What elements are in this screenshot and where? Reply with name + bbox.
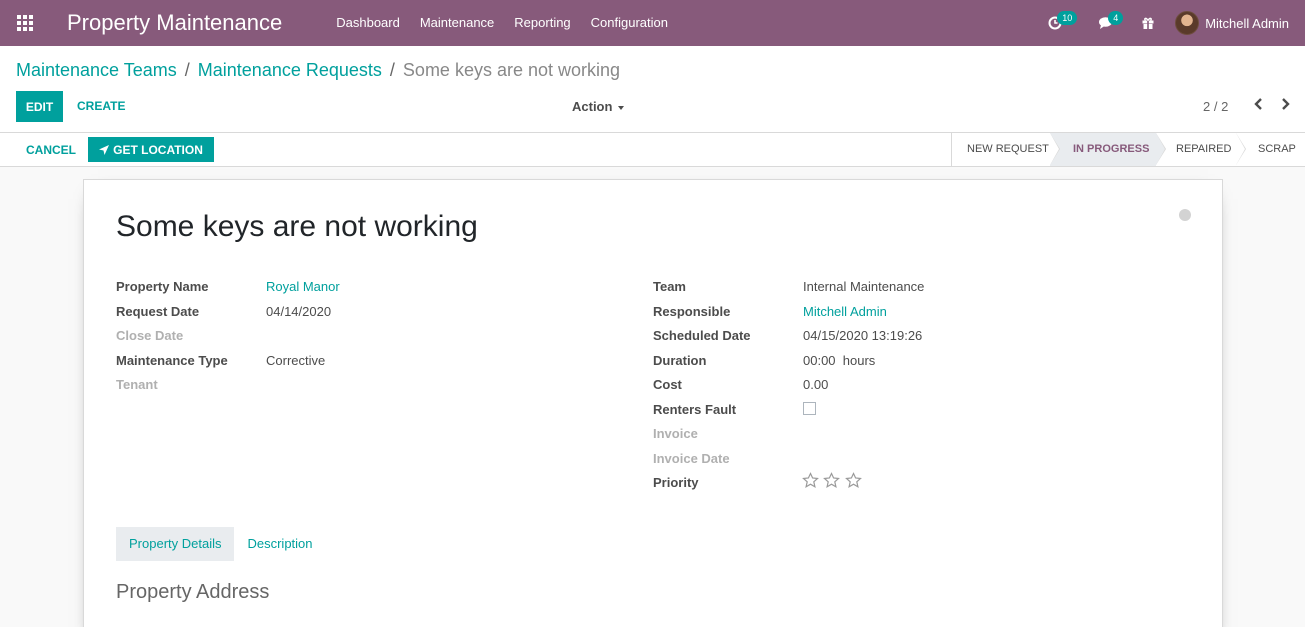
caret-down-icon: [618, 105, 625, 110]
star-outline-icon[interactable]: [845, 472, 862, 489]
menu-configuration[interactable]: Configuration: [581, 0, 678, 46]
pager-previous-button[interactable]: [1252, 96, 1264, 112]
menu-reporting[interactable]: Reporting: [504, 0, 580, 46]
menu-maintenance[interactable]: Maintenance: [410, 0, 504, 46]
maintenance-type-value: Corrective: [266, 353, 326, 368]
property-name-label: Property Name: [116, 279, 209, 294]
stage-label: SCRAP: [1258, 143, 1296, 155]
chevron-right-icon: [1282, 98, 1290, 110]
stage-label: IN PROGRESS: [1073, 143, 1150, 155]
apps-menu-icon[interactable]: [0, 0, 50, 46]
kanban-state-indicator[interactable]: [1179, 209, 1191, 221]
request-date-label: Request Date: [116, 304, 200, 319]
action-dropdown[interactable]: Action: [572, 99, 625, 114]
record-title: Some keys are not working: [116, 210, 478, 243]
priority-label: Priority: [653, 475, 699, 490]
cost-label: Cost: [653, 377, 682, 392]
stage-in-progress[interactable]: IN PROGRESS: [1050, 133, 1166, 166]
stage-scrap[interactable]: SCRAP: [1236, 133, 1305, 166]
invoice-label: Invoice: [653, 426, 698, 441]
responsible-value[interactable]: Mitchell Admin: [803, 304, 887, 319]
notebook-tabs: Property Details Description: [116, 527, 326, 561]
top-navbar: Property Maintenance Dashboard Maintenan…: [0, 0, 1305, 46]
activity-count-badge: 10: [1057, 11, 1078, 25]
breadcrumb-maintenance-requests[interactable]: Maintenance Requests: [198, 60, 382, 81]
get-location-button[interactable]: GET LOCATION: [88, 137, 214, 162]
stage-pipeline: NEW REQUEST IN PROGRESS REPAIRED SCRAP: [951, 133, 1305, 166]
request-date-value: 04/14/2020: [266, 304, 332, 319]
cost-value: 0.00: [803, 377, 829, 392]
team-label: Team: [653, 279, 686, 294]
scheduled-date-value: 04/15/2020 13:19:26: [803, 328, 923, 343]
breadcrumb-current: Some keys are not working: [402, 60, 621, 80]
pager-next-button[interactable]: [1280, 96, 1292, 112]
user-avatar[interactable]: [1175, 11, 1200, 35]
pager-value[interactable]: 2 / 2: [1203, 99, 1228, 114]
duration-label: Duration: [653, 353, 707, 368]
property-name-value[interactable]: Royal Manor: [266, 279, 340, 294]
main-menu: Dashboard Maintenance Reporting Configur…: [326, 0, 678, 46]
team-value: Internal Maintenance: [803, 279, 925, 294]
cancel-button[interactable]: CANCEL: [26, 143, 76, 157]
edit-button[interactable]: EDIT: [16, 91, 63, 122]
form-sheet: Some keys are not working Property Name …: [83, 179, 1223, 627]
breadcrumb-separator: /: [389, 60, 395, 80]
tab-property-details[interactable]: Property Details: [116, 527, 235, 561]
renters-fault-label: Renters Fault: [653, 402, 737, 417]
tab-description[interactable]: Description: [234, 527, 325, 561]
messages-count-badge: 4: [1108, 11, 1124, 25]
create-button[interactable]: CREATE: [77, 99, 125, 113]
messages-button[interactable]: 4: [1086, 0, 1125, 46]
activity-button[interactable]: 10: [1036, 0, 1078, 46]
breadcrumb-separator: /: [184, 60, 190, 80]
maintenance-type-label: Maintenance Type: [116, 353, 228, 368]
stage-repaired[interactable]: REPAIRED: [1156, 133, 1246, 166]
renters-fault-checkbox[interactable]: [803, 402, 816, 415]
app-brand[interactable]: Property Maintenance: [67, 10, 282, 36]
scheduled-date-label: Scheduled Date: [653, 328, 751, 343]
tenant-label: Tenant: [116, 377, 158, 392]
breadcrumb-maintenance-teams[interactable]: Maintenance Teams: [16, 60, 177, 81]
menu-dashboard[interactable]: Dashboard: [326, 0, 410, 46]
stage-label: REPAIRED: [1176, 143, 1232, 155]
responsible-label: Responsible: [653, 304, 731, 319]
breadcrumb: Maintenance Teams / Maintenance Requests…: [16, 60, 620, 81]
action-dropdown-label: Action: [572, 99, 613, 114]
get-location-label: GET LOCATION: [113, 142, 203, 157]
whats-new-button[interactable]: [1129, 0, 1167, 46]
systray: 10 4 Mitchell Admin: [1036, 0, 1305, 46]
location-arrow-icon: [99, 144, 110, 155]
invoice-date-label: Invoice Date: [653, 451, 730, 466]
chevron-left-icon: [1254, 98, 1262, 110]
duration-value: 00:00 hours: [803, 353, 876, 368]
close-date-label: Close Date: [116, 328, 184, 343]
stage-label: NEW REQUEST: [967, 143, 1049, 155]
stage-new-request[interactable]: NEW REQUEST: [952, 133, 1060, 166]
control-panel: Maintenance Teams / Maintenance Requests…: [0, 46, 1305, 133]
star-outline-icon[interactable]: [802, 472, 819, 489]
form-statusbar: CANCEL GET LOCATION NEW REQUEST IN PROGR…: [0, 133, 1305, 167]
user-menu-name[interactable]: Mitchell Admin: [1205, 16, 1289, 31]
section-title-property-address: Property Address: [116, 581, 270, 603]
star-outline-icon[interactable]: [823, 472, 840, 489]
gift-icon: [1142, 17, 1154, 29]
